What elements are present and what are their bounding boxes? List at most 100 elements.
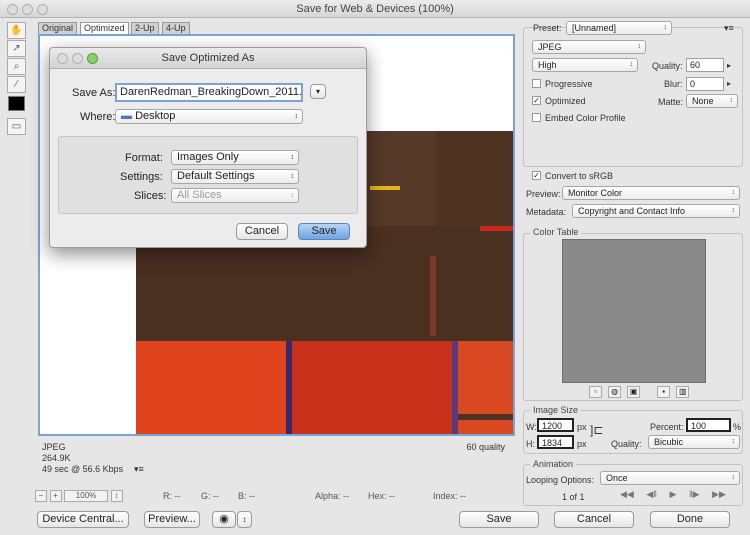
dialog-save-button[interactable]: Save <box>298 223 350 240</box>
file-format-select[interactable]: JPEG ↕ <box>532 40 646 54</box>
slices-select[interactable]: All Slices ↕ <box>171 188 299 203</box>
playback-controls: ◀◀ ◀‖ ▶ ‖▶ ▶▶ <box>620 489 740 503</box>
web-shift-icon[interactable]: ◍ <box>608 386 622 398</box>
percent-input[interactable]: 100 <box>686 418 731 432</box>
dialog-minimize-icon[interactable] <box>72 53 83 64</box>
settings-select[interactable]: Default Settings ↕ <box>171 169 299 184</box>
slice-select-tool-icon[interactable]: ↗ <box>7 40 26 57</box>
dialog-close-icon[interactable] <box>57 53 68 64</box>
new-color-icon[interactable]: ▪ <box>657 386 671 398</box>
color-table-swatches[interactable] <box>562 239 706 383</box>
zoom-out-button[interactable]: − <box>35 490 47 502</box>
preview-mode-value: Monitor Color <box>568 188 623 198</box>
preview-button[interactable]: Preview... <box>144 511 200 528</box>
filename-input[interactable]: DarenRedman_BreakingDown_2011.jpg <box>115 83 303 102</box>
save-button[interactable]: Save <box>459 511 539 528</box>
eyedropper-color-swatch[interactable] <box>8 96 25 111</box>
optimize-menu-icon[interactable]: ▾≡ <box>724 22 734 34</box>
width-label: W: <box>526 422 537 432</box>
resample-quality-select[interactable]: Bicubic ↕ <box>648 435 740 449</box>
dialog-zoom-icon[interactable] <box>87 53 98 64</box>
blur-slider-icon[interactable]: ▸ <box>727 78 731 90</box>
preview-mode-label: Preview: <box>526 189 561 199</box>
tab-4-up[interactable]: 4-Up <box>162 22 190 34</box>
chevron-updown-icon: ↕ <box>731 189 736 196</box>
format-value: Images Only <box>177 151 239 163</box>
dialog-cancel-button[interactable]: Cancel <box>236 223 288 240</box>
download-menu-icon[interactable]: ▾≡ <box>134 464 144 475</box>
eyedropper-tool-icon[interactable]: ⁄ <box>7 76 26 93</box>
zoom-tool-icon[interactable]: ⌕ <box>7 58 26 75</box>
previous-frame-icon[interactable]: ◀‖ <box>646 489 657 499</box>
color-table-toolbar: ▫ ◍ ▣ ▪ ▥ <box>589 386 709 398</box>
matte-value: None <box>692 96 714 106</box>
g-value: G: -- <box>201 491 219 501</box>
settings-value: Default Settings <box>177 170 255 182</box>
hand-tool-icon[interactable]: ✋ <box>7 22 26 39</box>
done-button[interactable]: Done <box>650 511 730 528</box>
preset-select[interactable]: [Unnamed] ↕ <box>566 21 672 35</box>
percent-label: Percent: <box>650 422 684 432</box>
optimized-checkbox[interactable]: ✓ <box>532 96 541 105</box>
chevron-updown-icon: ↕ <box>731 438 736 445</box>
last-frame-icon[interactable]: ▶▶ <box>712 489 726 499</box>
looping-options-label: Looping Options: <box>526 475 595 485</box>
cancel-button[interactable]: Cancel <box>554 511 634 528</box>
quality-input[interactable]: 60 <box>686 58 724 72</box>
trash-icon[interactable]: ▥ <box>676 386 690 398</box>
lock-color-icon[interactable]: ▣ <box>627 386 641 398</box>
chevron-updown-icon: ↕ <box>290 192 295 199</box>
quality-label: Quality: <box>652 61 683 71</box>
compression-quality-select[interactable]: High ↕ <box>532 58 638 72</box>
metadata-select[interactable]: Copyright and Contact Info ↕ <box>572 204 740 218</box>
expand-browser-icon[interactable]: ▾ <box>310 84 326 99</box>
zoom-in-button[interactable]: + <box>49 490 62 502</box>
preview-mode-select[interactable]: Monitor Color ↕ <box>562 186 740 200</box>
tab-2-up[interactable]: 2-Up <box>131 22 159 34</box>
browser-preview-icon[interactable]: ◉ <box>212 511 236 528</box>
preset-value: [Unnamed] <box>572 23 617 33</box>
format-select[interactable]: Images Only ↕ <box>171 150 299 165</box>
quality-slider-icon[interactable]: ▸ <box>727 60 731 72</box>
where-select[interactable]: ▬ Desktop ↕ <box>115 109 303 124</box>
matte-label: Matte: <box>658 97 684 107</box>
next-frame-icon[interactable]: ‖▶ <box>689 489 700 499</box>
format-label: Format: <box>125 152 163 164</box>
progressive-checkbox[interactable] <box>532 79 541 88</box>
matte-select[interactable]: None ↕ <box>686 94 738 108</box>
quality-status-text: 60 quality <box>466 442 505 452</box>
zoom-window-icon[interactable] <box>37 4 48 15</box>
zoom-level-select[interactable]: 100% <box>64 490 109 502</box>
zoom-dropdown-icon[interactable]: ↕ <box>110 490 123 502</box>
chevron-updown-icon: ↕ <box>731 474 736 481</box>
dialog-title: Save Optimized As <box>161 52 255 64</box>
play-icon[interactable]: ▶ <box>670 489 677 499</box>
resample-quality-label: Quality: <box>611 439 642 449</box>
download-time-text: 49 sec @ 56.6 Kbps <box>42 464 124 474</box>
compression-quality-value: High <box>538 60 557 70</box>
width-input[interactable]: 1200 <box>537 418 574 432</box>
first-frame-icon[interactable]: ◀◀ <box>620 489 634 499</box>
file-format-value: JPEG <box>538 42 562 52</box>
options-panel: Format: Images Only ↕ Settings: Default S… <box>58 136 358 214</box>
height-unit: px <box>577 439 587 449</box>
embed-color-profile-checkbox[interactable] <box>532 113 541 122</box>
tab-optimized[interactable]: Optimized <box>80 22 129 34</box>
constrain-proportions-link-icon[interactable]: ]⊏ <box>590 424 603 436</box>
toggle-slices-icon[interactable]: ▭ <box>7 118 26 135</box>
optimized-info-panel: JPEG 264.9K 49 sec @ 56.6 Kbps ▾≡ 60 qua… <box>38 438 515 480</box>
blur-input[interactable]: 0 <box>686 77 724 91</box>
minimize-window-icon[interactable] <box>22 4 33 15</box>
hex-value: Hex: -- <box>368 491 395 501</box>
looping-options-select[interactable]: Once ↕ <box>600 471 740 485</box>
height-input[interactable]: 1834 <box>537 435 574 449</box>
convert-srgb-checkbox[interactable]: ✓ <box>532 171 541 180</box>
browser-select-icon[interactable]: ↕ <box>237 511 252 528</box>
tab-original[interactable]: Original <box>38 22 78 34</box>
pixel-info-bar: − + 100% ↕ R: -- G: -- B: -- Alpha: -- H… <box>35 490 515 502</box>
close-window-icon[interactable] <box>7 4 18 15</box>
map-transparent-icon[interactable]: ▫ <box>589 386 602 398</box>
device-central-button[interactable]: Device Central... <box>37 511 129 528</box>
optimized-label: Optimized <box>545 96 586 106</box>
zoom-level-value: 100% <box>75 491 97 500</box>
